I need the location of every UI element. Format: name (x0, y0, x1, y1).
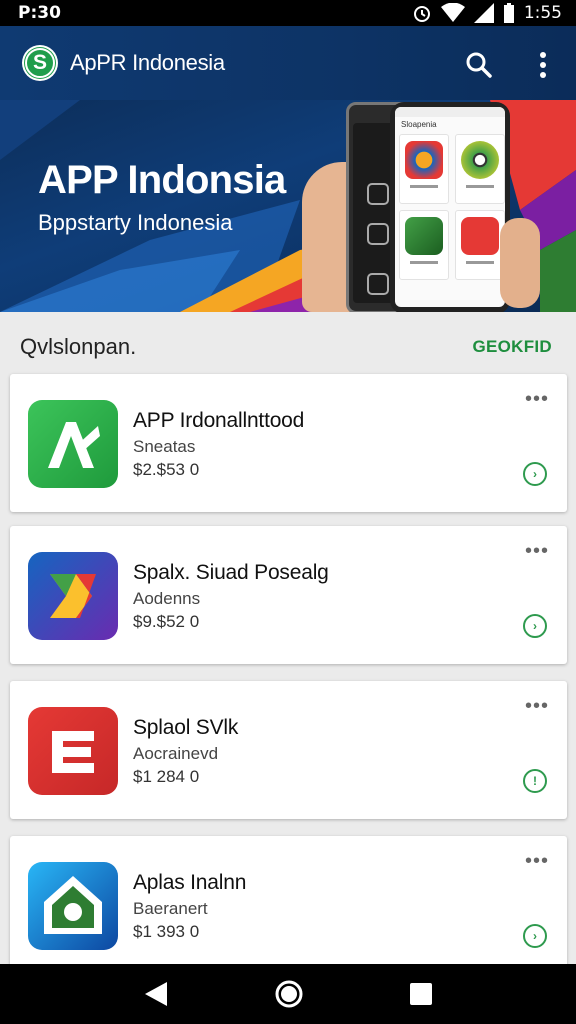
status-icon[interactable]: › (523, 614, 547, 638)
app-icon (461, 217, 499, 255)
banner-title: APP Indonsia (38, 158, 286, 202)
more-horiz-icon[interactable]: ••• (525, 851, 549, 871)
app-developer: Sneatas (133, 437, 196, 456)
app-list-item[interactable]: APP Irdonallnttood Sneatas $2.$53 0 ••• … (10, 374, 567, 512)
app-developer: Aodenns (133, 589, 201, 608)
phone-front-illustration: Sloapenia (390, 102, 510, 312)
status-time-left: P:30 (18, 3, 61, 23)
app-list-item[interactable]: Splaol SVlk Aocrainevd $1 284 0 ••• ! (10, 681, 567, 819)
app-icon (461, 141, 499, 179)
app-developer: Baeranert (133, 899, 208, 918)
phone-screen-title: Sloapenia (401, 120, 437, 129)
promo-banner[interactable]: APP Indonsia Bppstarty Indonesia Sloapen… (0, 100, 576, 312)
app-logo-letter: S (25, 48, 55, 78)
navigation-bar (0, 964, 576, 1024)
app-name: Spalx. Siuad Posealg (133, 561, 329, 584)
app-price: $1 284 0 (133, 767, 200, 786)
section-title: Qvlslonpan. (20, 334, 137, 359)
status-time-right: 1:55 (523, 3, 562, 23)
app-icon (405, 141, 443, 179)
more-horiz-icon[interactable]: ••• (525, 541, 549, 561)
letter-e-icon (28, 707, 118, 795)
app-list-item[interactable]: Aplas Inalnn Baeranert $1 393 0 ••• › (10, 836, 567, 976)
status-icon[interactable]: ! (523, 769, 547, 793)
home-icon[interactable] (274, 979, 304, 1009)
banner-subtitle: Bppstarty Indonesia (38, 210, 233, 235)
section-action-button[interactable]: GEOKFID (472, 337, 552, 357)
app-icon (405, 217, 443, 255)
app-name: Splaol SVlk (133, 716, 239, 739)
play-style-icon (28, 552, 118, 640)
more-vert-icon[interactable] (533, 50, 553, 80)
app-name: APP Irdonallnttood (133, 409, 305, 432)
app-name: Aplas Inalnn (133, 871, 247, 894)
status-icon[interactable]: › (523, 462, 547, 486)
app-price: $2.$53 0 (133, 460, 200, 479)
app-price: $1 393 0 (133, 922, 200, 941)
app-logo: S (22, 45, 58, 81)
app-icon (367, 273, 389, 295)
app-price: $9.$52 0 (133, 612, 200, 631)
more-horiz-icon[interactable]: ••• (525, 696, 549, 716)
status-icon[interactable]: › (523, 924, 547, 948)
more-horiz-icon[interactable]: ••• (525, 389, 549, 409)
status-icons: 1:55 (412, 3, 562, 23)
recents-icon[interactable] (409, 982, 433, 1006)
alarm-icon (413, 6, 430, 22)
app-title: ApPR Indonesia (70, 50, 225, 75)
app-icon (367, 223, 389, 245)
hand-finger-illustration (500, 218, 540, 308)
status-bar: P:30 1:55 (0, 0, 576, 26)
search-icon[interactable] (466, 52, 492, 78)
app-icon (367, 183, 389, 205)
signal-icon (473, 3, 494, 23)
wifi-icon (440, 3, 465, 22)
app-bar: S ApPR Indonesia (0, 26, 576, 100)
battery-icon (503, 3, 514, 23)
back-icon[interactable] (143, 980, 169, 1008)
app-list-item[interactable]: Spalx. Siuad Posealg Aodenns $9.$52 0 ••… (10, 526, 567, 664)
app-developer: Aocrainevd (133, 744, 219, 763)
shield-house-icon (28, 862, 118, 950)
android-style-icon (28, 400, 118, 488)
